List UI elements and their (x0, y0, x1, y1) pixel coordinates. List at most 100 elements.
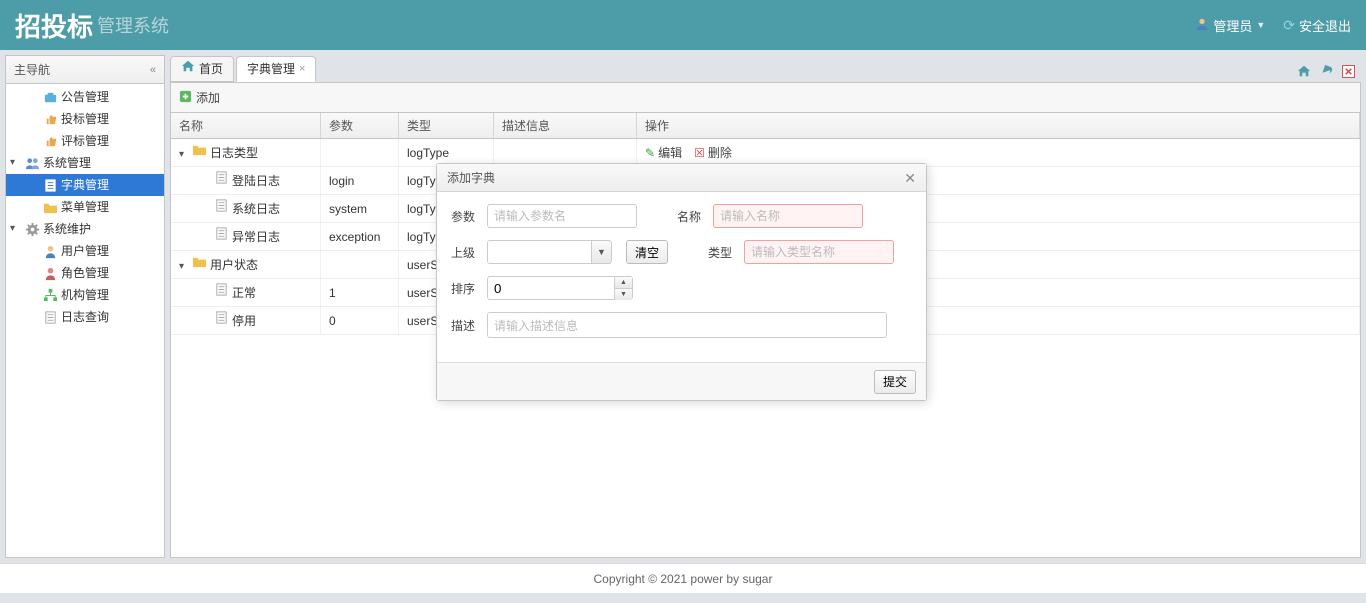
page-icon (213, 310, 229, 326)
tab-home-label: 首页 (199, 56, 223, 82)
page-sel-icon (42, 177, 58, 193)
row-expander-icon: ▾ (179, 253, 191, 278)
tab-home[interactable]: 首页 (170, 56, 234, 82)
cell-name: ▾用户状态 (171, 251, 321, 278)
row-expander-icon: ▾ (179, 141, 191, 166)
logout-label: 安全退出 (1299, 16, 1351, 35)
name-input[interactable] (713, 204, 863, 228)
grid-header: 名称 参数 类型 描述信息 操作 (171, 113, 1360, 139)
logout-link[interactable]: ⟳ 安全退出 (1283, 16, 1351, 35)
sidebar-item-2[interactable]: 评标管理 (6, 130, 164, 152)
col-header-param: 参数 (321, 113, 399, 138)
logo-sub: 管理系统 (97, 12, 169, 38)
sidebar: 主导航 « 公告管理投标管理评标管理▾系统管理字典管理菜单管理▾系统维护用户管理… (5, 55, 165, 558)
gear-icon (24, 221, 40, 237)
collapse-icon[interactable]: « (150, 56, 156, 84)
toolbar: 添加 (170, 83, 1361, 113)
chevron-down-icon[interactable]: ▼ (592, 240, 612, 264)
row-name: 正常 (232, 286, 256, 300)
sidebar-item-8[interactable]: 角色管理 (6, 262, 164, 284)
logout-icon: ⟳ (1283, 17, 1295, 34)
label-parent: 上级 (451, 244, 477, 261)
cell-param: exception (321, 223, 399, 250)
tab-dict-label: 字典管理 (247, 56, 295, 82)
tab-tool-home-icon[interactable] (1295, 62, 1313, 80)
user-menu[interactable]: 管理员 ▼ (1195, 16, 1265, 35)
cell-ops: ✎编辑 ☒删除 (637, 139, 1360, 166)
spin-down-icon[interactable]: ▼ (615, 289, 632, 300)
person-icon (42, 243, 58, 259)
clear-button[interactable]: 清空 (626, 240, 668, 264)
tab-tool-back-icon[interactable] (1317, 62, 1335, 80)
label-desc: 描述 (451, 317, 477, 334)
param-input[interactable] (487, 204, 637, 228)
sidebar-item-3[interactable]: ▾系统管理 (6, 152, 164, 174)
chevron-down-icon: ▼ (1256, 20, 1265, 30)
footer: Copyright © 2021 power by sugar (0, 563, 1366, 593)
row-name: 登陆日志 (232, 174, 280, 188)
tab-close-icon[interactable]: × (299, 56, 305, 82)
order-input[interactable] (487, 276, 615, 300)
cell-name: 登陆日志 (171, 167, 321, 194)
thumb-icon (42, 111, 58, 127)
label-name: 名称 (677, 208, 703, 225)
row-name: 异常日志 (232, 230, 280, 244)
type-input[interactable] (744, 240, 894, 264)
cell-type: logType (399, 139, 494, 166)
add-icon (179, 90, 192, 106)
add-dict-dialog: 添加字典 ✕ 参数 名称 上级 ▼ 清空 类型 (436, 163, 927, 401)
add-button[interactable]: 添加 (179, 89, 220, 106)
cell-param: 1 (321, 279, 399, 306)
tree-label: 评标管理 (61, 130, 109, 152)
sidebar-item-9[interactable]: 机构管理 (6, 284, 164, 306)
folder-icon (42, 199, 58, 215)
sidebar-item-1[interactable]: 投标管理 (6, 108, 164, 130)
role-icon (42, 265, 58, 281)
cell-name: 异常日志 (171, 223, 321, 250)
people-icon (24, 155, 40, 171)
folder-icon (191, 254, 207, 270)
parent-combo-input[interactable] (487, 240, 592, 264)
sidebar-item-4[interactable]: 字典管理 (6, 174, 164, 196)
sidebar-item-10[interactable]: 日志查询 (6, 306, 164, 328)
sidebar-item-5[interactable]: 菜单管理 (6, 196, 164, 218)
edit-label: 编辑 (658, 139, 682, 166)
cell-param: 0 (321, 307, 399, 334)
sidebar-item-7[interactable]: 用户管理 (6, 240, 164, 262)
label-param: 参数 (451, 208, 477, 225)
tree-label: 角色管理 (61, 262, 109, 284)
sidebar-item-6[interactable]: ▾系统维护 (6, 218, 164, 240)
dialog-close-icon[interactable]: ✕ (904, 164, 916, 192)
cell-name: 停用 (171, 307, 321, 334)
label-type: 类型 (708, 244, 734, 261)
row-name: 日志类型 (210, 146, 258, 160)
cell-param (321, 139, 399, 166)
tree-expander-icon: ▾ (10, 218, 24, 240)
briefcase-icon (42, 89, 58, 105)
sidebar-item-0[interactable]: 公告管理 (6, 86, 164, 108)
page-icon (213, 282, 229, 298)
desc-input[interactable] (487, 312, 887, 338)
tree-label: 菜单管理 (61, 196, 109, 218)
col-header-ops: 操作 (637, 113, 1360, 138)
folder-icon (191, 142, 207, 158)
edit-link[interactable]: ✎编辑 (645, 139, 682, 166)
spin-up-icon[interactable]: ▲ (615, 277, 632, 289)
page-icon (213, 198, 229, 214)
cell-name: 系统日志 (171, 195, 321, 222)
pencil-icon: ✎ (645, 139, 655, 166)
nav-tree: 公告管理投标管理评标管理▾系统管理字典管理菜单管理▾系统维护用户管理角色管理机构… (6, 84, 164, 557)
tree-label: 系统管理 (43, 152, 91, 174)
col-header-type: 类型 (399, 113, 494, 138)
dialog-title: 添加字典 (447, 164, 495, 192)
submit-button[interactable]: 提交 (874, 370, 916, 394)
cell-param: login (321, 167, 399, 194)
delete-icon: ☒ (694, 139, 705, 166)
delete-link[interactable]: ☒删除 (694, 139, 732, 166)
tree-label: 投标管理 (61, 108, 109, 130)
cell-name: 正常 (171, 279, 321, 306)
dialog-title-bar[interactable]: 添加字典 ✕ (437, 164, 926, 192)
tab-tool-close-icon[interactable] (1339, 62, 1357, 80)
tab-dict[interactable]: 字典管理 × (236, 56, 316, 82)
tree-label: 日志查询 (61, 306, 109, 328)
